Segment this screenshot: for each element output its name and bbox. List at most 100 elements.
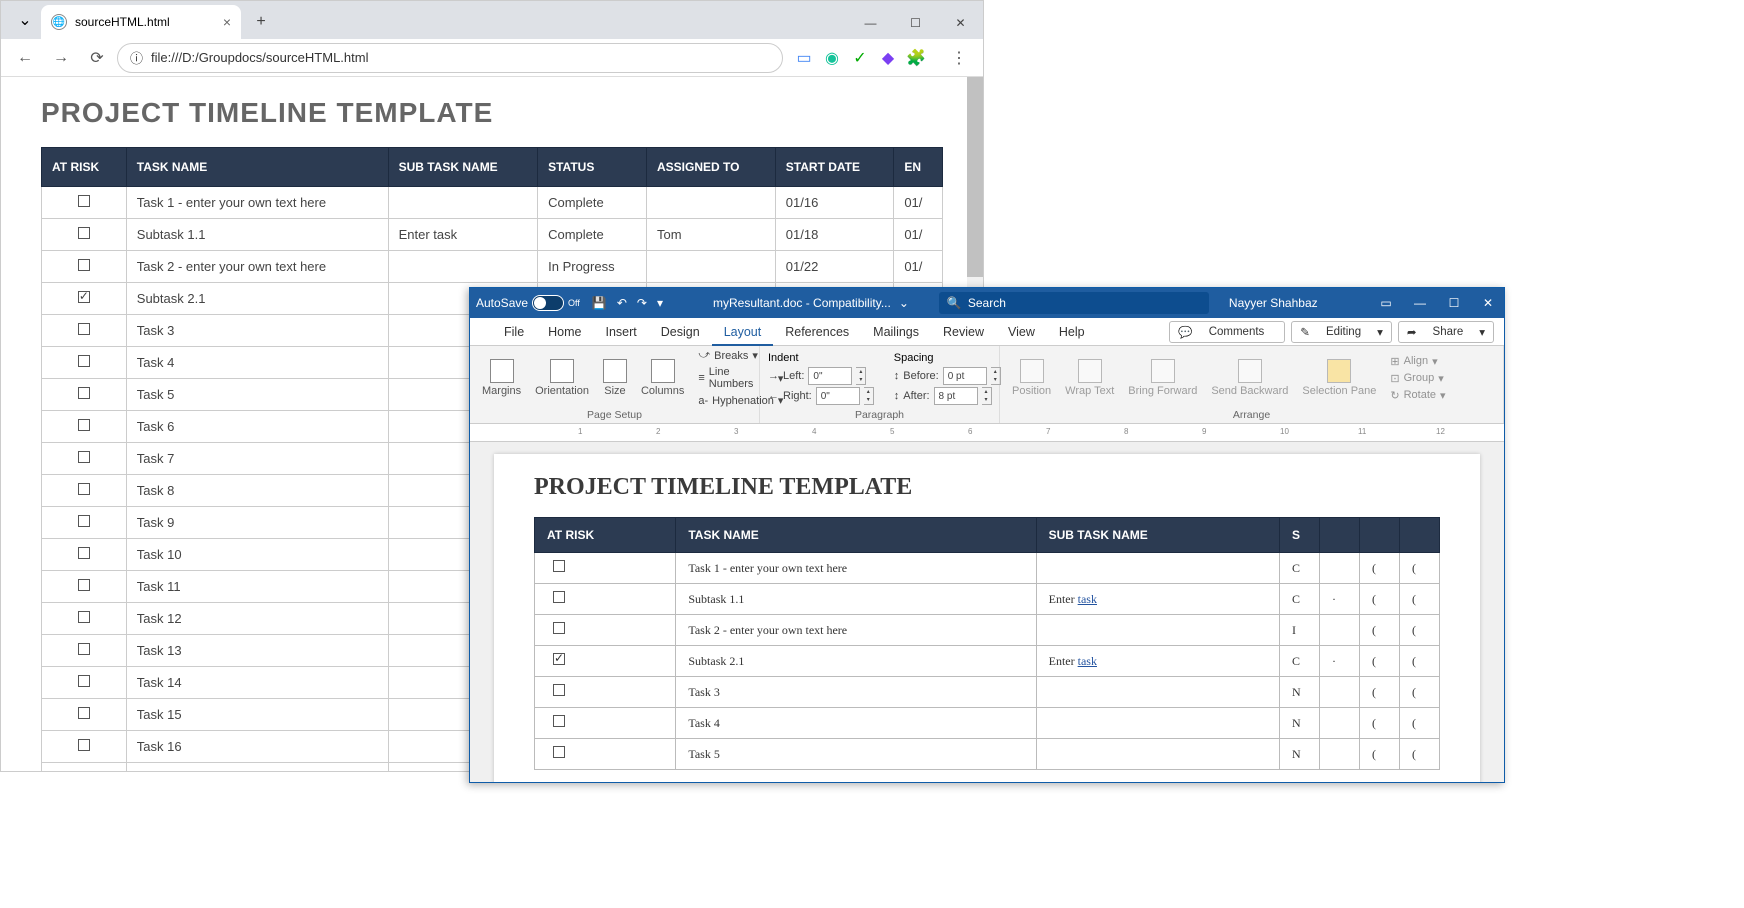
end-date-cell: 01/ — [894, 219, 943, 251]
at-risk-cell[interactable] — [42, 219, 127, 251]
task-name-cell: Task 15 — [126, 699, 388, 731]
menu-tab-file[interactable]: File — [492, 325, 536, 339]
save-icon[interactable]: 💾 — [592, 296, 607, 310]
chrome-menu-button[interactable]: ⋮ — [943, 42, 975, 74]
close-window-button[interactable]: ✕ — [938, 7, 983, 39]
horizontal-ruler[interactable]: 123456789101112 — [470, 424, 1504, 442]
at-risk-cell[interactable] — [42, 315, 127, 347]
close-button[interactable]: ✕ — [1478, 296, 1498, 310]
table-header — [1320, 518, 1360, 553]
toggle-switch[interactable] — [532, 295, 564, 311]
selection-pane-button[interactable]: Selection Pane — [1298, 357, 1380, 399]
col4-cell: · — [1320, 646, 1360, 677]
col6-cell: ( — [1400, 584, 1440, 615]
table-header: AT RISK — [42, 148, 127, 187]
menu-tab-design[interactable]: Design — [649, 325, 712, 339]
menu-tab-view[interactable]: View — [996, 325, 1047, 339]
back-button[interactable]: ← — [9, 42, 41, 74]
extension-icon[interactable]: ◆ — [879, 49, 897, 67]
menu-tab-help[interactable]: Help — [1047, 325, 1097, 339]
at-risk-cell[interactable] — [535, 615, 676, 646]
at-risk-cell[interactable] — [535, 739, 676, 770]
browser-tab[interactable]: 🌐 sourceHTML.html × — [41, 5, 241, 39]
word-document-canvas[interactable]: PROJECT TIMELINE TEMPLATE AT RISKTASK NA… — [470, 442, 1504, 782]
title-dropdown-icon[interactable]: ⌄ — [899, 296, 909, 310]
ribbon-mode-icon[interactable]: ▭ — [1376, 296, 1396, 310]
status-cell: N — [1280, 739, 1320, 770]
align-dropdown[interactable]: ⊞ Align ▾ — [1390, 354, 1445, 369]
menu-tab-layout[interactable]: Layout — [712, 325, 774, 346]
search-box[interactable]: 🔍 Search — [939, 292, 1209, 314]
at-risk-cell[interactable] — [42, 443, 127, 475]
at-risk-cell[interactable] — [42, 251, 127, 283]
at-risk-cell[interactable] — [535, 708, 676, 739]
extension-icon[interactable]: ✓ — [851, 49, 869, 67]
reload-button[interactable]: ⟳ — [81, 42, 113, 74]
close-tab-icon[interactable]: × — [223, 14, 231, 30]
group-dropdown: ⊡ Group ▾ — [1390, 371, 1445, 386]
spacing-after-input[interactable]: ↕ After:8 pt▴▾ — [894, 386, 1001, 406]
table-header: S — [1280, 518, 1320, 553]
columns-button[interactable]: Columns — [637, 357, 688, 399]
user-name[interactable]: Nayyer Shahbaz — [1229, 296, 1318, 310]
indent-right-input[interactable]: ← Right:0"▴▾ — [768, 386, 874, 406]
new-tab-button[interactable]: + — [247, 8, 275, 36]
at-risk-cell[interactable] — [42, 635, 127, 667]
at-risk-cell[interactable] — [42, 347, 127, 379]
task-name-cell: Task 17 — [126, 763, 388, 772]
extension-icon[interactable]: ▭ — [795, 49, 813, 67]
at-risk-cell[interactable] — [42, 699, 127, 731]
address-bar[interactable]: ⓘ file:///D:/Groupdocs/sourceHTML.html — [117, 43, 783, 73]
forward-button[interactable]: → — [45, 42, 77, 74]
at-risk-cell[interactable] — [535, 553, 676, 584]
at-risk-cell[interactable] — [42, 283, 127, 315]
customize-qat-icon[interactable]: ▾ — [657, 296, 663, 310]
maximize-button[interactable]: ☐ — [893, 7, 938, 39]
chrome-tab-strip: ⌄ 🌐 sourceHTML.html × + — ☐ ✕ — [1, 1, 983, 39]
at-risk-cell[interactable] — [42, 667, 127, 699]
minimize-button[interactable]: — — [848, 7, 893, 39]
task-name-cell: Task 12 — [126, 603, 388, 635]
margins-button[interactable]: Margins — [478, 357, 525, 399]
at-risk-cell[interactable] — [42, 379, 127, 411]
menu-tab-home[interactable]: Home — [536, 325, 593, 339]
at-risk-cell[interactable] — [42, 475, 127, 507]
maximize-button[interactable]: ☐ — [1444, 296, 1464, 310]
table-header — [1400, 518, 1440, 553]
at-risk-cell[interactable] — [42, 763, 127, 772]
menu-tab-references[interactable]: References — [773, 325, 861, 339]
undo-icon[interactable]: ↶ — [617, 296, 627, 310]
size-button[interactable]: Size — [599, 357, 631, 399]
autosave-toggle[interactable]: AutoSave Off — [476, 295, 580, 311]
at-risk-cell[interactable] — [42, 539, 127, 571]
grammarly-icon[interactable]: ◉ — [823, 49, 841, 67]
spacing-before-input[interactable]: ↕ Before:0 pt▴▾ — [894, 366, 1001, 386]
at-risk-cell[interactable] — [42, 507, 127, 539]
extensions-puzzle-icon[interactable]: 🧩 — [907, 49, 925, 67]
at-risk-cell[interactable] — [42, 411, 127, 443]
redo-icon[interactable]: ↷ — [637, 296, 647, 310]
at-risk-cell[interactable] — [535, 646, 676, 677]
minimize-button[interactable]: — — [1410, 296, 1430, 310]
at-risk-cell[interactable] — [42, 187, 127, 219]
at-risk-cell[interactable] — [42, 571, 127, 603]
at-risk-cell[interactable] — [535, 677, 676, 708]
send-backward-button: Send Backward — [1207, 357, 1292, 399]
comments-button[interactable]: 💬 Comments — [1169, 321, 1285, 343]
start-date-cell: 01/22 — [775, 251, 894, 283]
task-name-cell: Task 6 — [126, 411, 388, 443]
menu-tab-mailings[interactable]: Mailings — [861, 325, 931, 339]
table-row: Task 2 - enter your own text here I ( ( — [535, 615, 1440, 646]
at-risk-cell[interactable] — [535, 584, 676, 615]
subtask-cell — [1036, 739, 1279, 770]
tab-search-dropdown[interactable]: ⌄ — [13, 8, 37, 32]
site-info-icon[interactable]: ⓘ — [130, 48, 143, 67]
indent-left-input[interactable]: → Left:0"▴▾ — [768, 366, 874, 386]
menu-tab-insert[interactable]: Insert — [594, 325, 649, 339]
menu-tab-review[interactable]: Review — [931, 325, 996, 339]
orientation-button[interactable]: Orientation — [531, 357, 593, 399]
editing-button[interactable]: ✎ Editing ▾ — [1291, 321, 1392, 343]
at-risk-cell[interactable] — [42, 603, 127, 635]
share-button[interactable]: ➦ Share ▾ — [1398, 321, 1494, 343]
at-risk-cell[interactable] — [42, 731, 127, 763]
